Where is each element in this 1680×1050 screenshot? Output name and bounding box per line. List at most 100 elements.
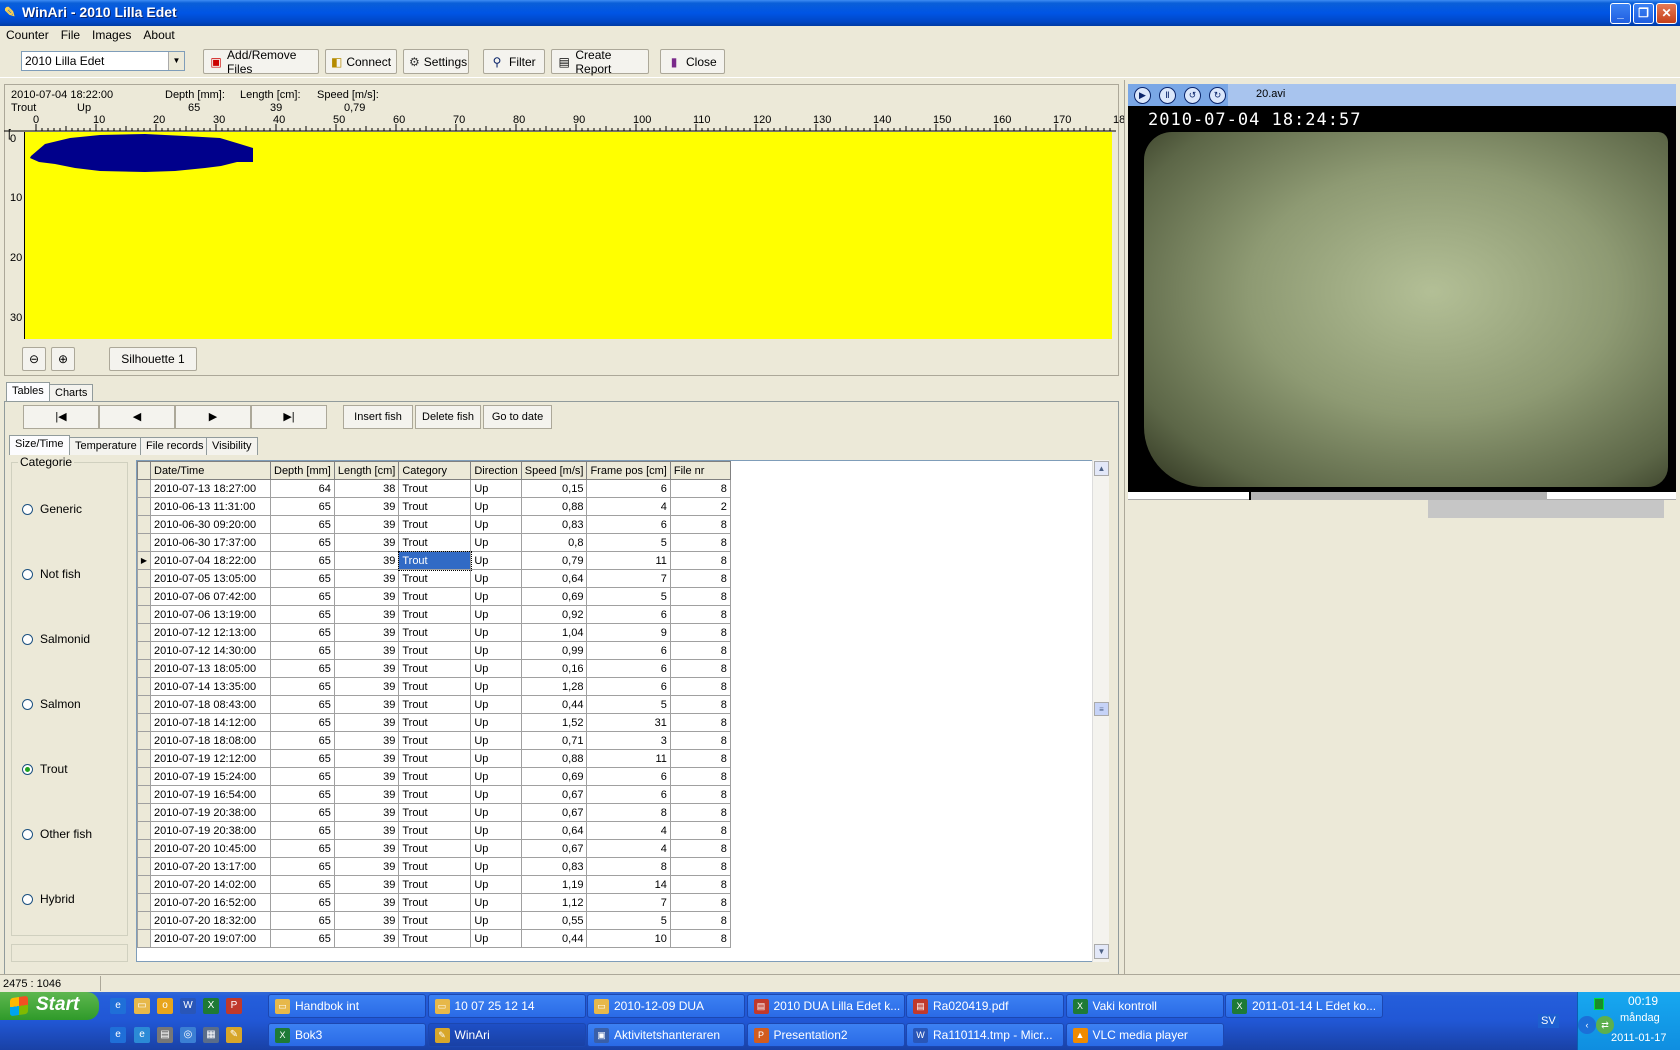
table-cell[interactable]: 2010-07-19 15:24:00 bbox=[150, 767, 271, 786]
table-cell[interactable]: 65 bbox=[270, 677, 335, 696]
language-indicator[interactable]: SV bbox=[1538, 1014, 1559, 1028]
table-cell[interactable]: 2010-07-14 13:35:00 bbox=[150, 677, 271, 696]
explorer-icon[interactable]: e bbox=[134, 1027, 150, 1043]
table-row[interactable]: 2010-07-14 13:35:00 65 39 Trout Up 1,28 6 8 bbox=[137, 677, 731, 696]
table-cell[interactable]: 8 bbox=[669, 515, 731, 534]
row-indicator[interactable] bbox=[137, 569, 151, 588]
table-cell[interactable]: Trout bbox=[398, 839, 472, 858]
zoom-in-button[interactable]: ⊕ bbox=[51, 347, 75, 371]
table-cell[interactable]: Up bbox=[470, 659, 522, 678]
table-cell[interactable]: 0,64 bbox=[520, 569, 588, 588]
table-cell[interactable]: 6 bbox=[586, 659, 671, 678]
table-cell[interactable]: 8 bbox=[669, 623, 731, 642]
table-cell[interactable]: 1,52 bbox=[520, 713, 588, 732]
table-cell[interactable]: 2010-07-19 20:38:00 bbox=[150, 803, 271, 822]
network-icon[interactable]: ◎ bbox=[180, 1027, 196, 1043]
table-row[interactable]: 2010-06-30 17:37:00 65 39 Trout Up 0,8 5 8 bbox=[137, 533, 731, 552]
zoom-out-button[interactable]: ⊖ bbox=[22, 347, 46, 371]
close-window-button[interactable]: ✕ bbox=[1656, 3, 1677, 24]
table-cell[interactable]: 11 bbox=[586, 749, 671, 768]
table-cell[interactable]: 2010-07-12 12:13:00 bbox=[150, 623, 271, 642]
excel-icon[interactable]: X bbox=[203, 998, 219, 1014]
play-icon[interactable]: ▶ bbox=[1134, 87, 1151, 104]
last-record-button[interactable]: ▶| bbox=[251, 405, 327, 429]
table-cell[interactable]: 6 bbox=[586, 641, 671, 660]
table-cell[interactable]: 2010-07-05 13:05:00 bbox=[150, 569, 271, 588]
table-cell[interactable]: 8 bbox=[586, 857, 671, 876]
table-cell[interactable]: 65 bbox=[270, 803, 335, 822]
word-icon[interactable]: W bbox=[180, 998, 196, 1014]
table-row[interactable]: 2010-07-19 15:24:00 65 39 Trout Up 0,69 6 8 bbox=[137, 767, 731, 786]
table-cell[interactable]: 6 bbox=[586, 605, 671, 624]
table-row[interactable]: 2010-07-19 16:54:00 65 39 Trout Up 0,67 6 8 bbox=[137, 785, 731, 804]
start-button[interactable]: Start bbox=[0, 992, 99, 1020]
tray-battery-icon[interactable] bbox=[1594, 998, 1604, 1010]
table-cell[interactable]: Trout bbox=[398, 605, 472, 624]
table-cell[interactable]: 39 bbox=[333, 659, 400, 678]
table-cell[interactable]: 0,88 bbox=[520, 497, 588, 516]
table-cell[interactable]: 0,15 bbox=[520, 479, 588, 498]
taskbar-button[interactable]: ▤ Ra020419.pdf bbox=[906, 994, 1064, 1018]
table-cell[interactable]: 0,88 bbox=[520, 749, 588, 768]
table-cell[interactable]: Trout bbox=[398, 695, 472, 714]
tab-file-records[interactable]: File records bbox=[140, 437, 210, 455]
table-cell[interactable]: 0,67 bbox=[520, 803, 588, 822]
table-row[interactable]: 2010-07-20 14:02:00 65 39 Trout Up 1,19 14 8 bbox=[137, 875, 731, 894]
table-row[interactable]: 2010-07-06 07:42:00 65 39 Trout Up 0,69 5 8 bbox=[137, 587, 731, 606]
table-row[interactable]: 2010-07-19 20:38:00 65 39 Trout Up 0,67 8 8 bbox=[137, 803, 731, 822]
table-cell[interactable]: 2010-07-20 10:45:00 bbox=[150, 839, 271, 858]
table-cell[interactable]: 0,16 bbox=[520, 659, 588, 678]
table-cell[interactable]: 7 bbox=[586, 893, 671, 912]
column-header[interactable]: Direction bbox=[470, 461, 522, 480]
table-cell[interactable]: 8 bbox=[669, 893, 731, 912]
table-cell[interactable]: 39 bbox=[333, 497, 400, 516]
table-cell[interactable]: 8 bbox=[669, 587, 731, 606]
table-row[interactable]: ▶ 2010-07-04 18:22:00 65 39 Trout Up 0,79 11 8 bbox=[137, 550, 731, 571]
filter-button[interactable]: ⚲ Filter bbox=[483, 49, 545, 74]
table-scrollbar[interactable]: ▲ ≡ ▼ bbox=[1092, 460, 1109, 962]
row-indicator[interactable] bbox=[137, 677, 151, 696]
table-cell[interactable]: Up bbox=[470, 515, 522, 534]
table-row[interactable]: 2010-07-19 20:38:00 65 39 Trout Up 0,64 4 8 bbox=[137, 821, 731, 840]
table-cell[interactable]: Up bbox=[470, 479, 522, 498]
fish-table[interactable]: Date/Time Depth [mm] Length [cm] Category Di… bbox=[136, 460, 1108, 962]
table-cell[interactable]: 4 bbox=[586, 839, 671, 858]
table-cell[interactable]: 65 bbox=[270, 569, 335, 588]
table-row[interactable]: 2010-07-20 19:07:00 65 39 Trout Up 0,44 10 8 bbox=[137, 929, 731, 948]
table-cell[interactable]: Up bbox=[470, 587, 522, 606]
table-cell[interactable]: Trout bbox=[398, 677, 472, 696]
menu-file[interactable]: File bbox=[55, 26, 86, 44]
tab-tables[interactable]: Tables bbox=[6, 382, 50, 402]
table-cell[interactable]: Up bbox=[470, 695, 522, 714]
row-indicator[interactable] bbox=[137, 533, 151, 552]
table-cell[interactable]: Trout bbox=[398, 785, 472, 804]
table-cell[interactable]: Up bbox=[470, 551, 522, 570]
table-cell[interactable]: 65 bbox=[270, 623, 335, 642]
table-cell[interactable]: 65 bbox=[270, 515, 335, 534]
row-indicator[interactable] bbox=[137, 929, 151, 948]
table-cell[interactable]: 2010-06-13 11:31:00 bbox=[150, 497, 271, 516]
table-cell[interactable]: 38 bbox=[333, 479, 400, 498]
table-cell[interactable]: 2010-07-04 18:22:00 bbox=[150, 551, 271, 570]
table-cell[interactable]: 14 bbox=[586, 875, 671, 894]
table-cell[interactable]: Up bbox=[470, 911, 522, 930]
table-cell[interactable]: 31 bbox=[586, 713, 671, 732]
table-cell[interactable]: Trout bbox=[398, 893, 472, 912]
table-cell[interactable]: Up bbox=[470, 875, 522, 894]
tab-charts[interactable]: Charts bbox=[49, 384, 94, 402]
restore-button[interactable]: ❐ bbox=[1633, 3, 1654, 24]
taskbar-button[interactable]: ▭ 2010-12-09 DUA bbox=[587, 994, 745, 1018]
table-cell[interactable]: Up bbox=[470, 839, 522, 858]
table-cell[interactable]: 1,12 bbox=[520, 893, 588, 912]
table-cell[interactable]: 2010-07-12 14:30:00 bbox=[150, 641, 271, 660]
tool-icon[interactable]: ▦ bbox=[203, 1027, 219, 1043]
table-cell[interactable]: 0,83 bbox=[520, 515, 588, 534]
minimize-button[interactable]: _ bbox=[1610, 3, 1631, 24]
row-indicator[interactable] bbox=[137, 587, 151, 606]
row-indicator[interactable] bbox=[137, 875, 151, 894]
table-cell[interactable]: 39 bbox=[333, 587, 400, 606]
table-cell[interactable]: 65 bbox=[270, 821, 335, 840]
silhouette-button[interactable]: Silhouette 1 bbox=[109, 347, 197, 371]
table-cell[interactable]: 39 bbox=[333, 569, 400, 588]
table-row[interactable]: 2010-07-13 18:05:00 65 39 Trout Up 0,16 6 8 bbox=[137, 659, 731, 678]
